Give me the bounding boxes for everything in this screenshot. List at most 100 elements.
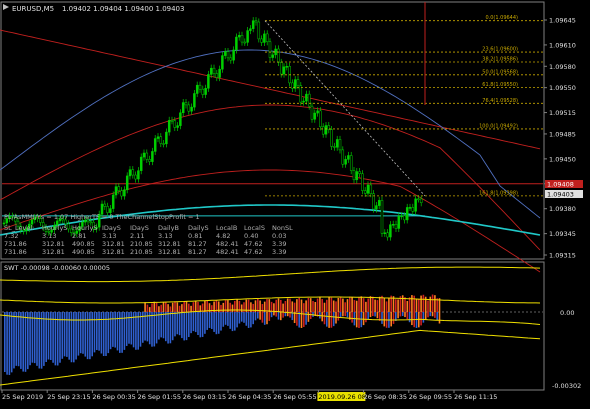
- candle-body: [246, 30, 249, 43]
- swt-bar-positive: [171, 302, 174, 312]
- fibo-trendline[interactable]: [264, 20, 426, 197]
- candle-body: [89, 221, 93, 224]
- candle-body: [243, 41, 247, 44]
- swt-bar-positive: [144, 302, 146, 312]
- swt-bar-negative: [107, 312, 110, 354]
- swt-bar-negative: [266, 312, 268, 325]
- info-cell: 490.85: [72, 248, 95, 256]
- candle-body: [103, 203, 107, 207]
- candle-body: [201, 88, 205, 95]
- swt-bar-negative: [321, 312, 323, 322]
- swt-bar-positive: [376, 300, 379, 312]
- swt-bar-negative: [165, 312, 167, 342]
- info-cell: 312.81: [42, 248, 65, 256]
- candle-body: [128, 169, 132, 177]
- candle-body: [249, 28, 252, 31]
- swt-bar-positive: [351, 297, 353, 312]
- candle-body: [184, 102, 188, 106]
- swt-bar-positive: [312, 300, 314, 312]
- price-axis-label: 1.09580: [549, 63, 576, 71]
- swt-bar-positive: [270, 301, 273, 312]
- swt-bar-positive: [422, 294, 425, 312]
- time-axis[interactable]: 25 Sep 2019 25 Sep 23:15 26 Sep 00:35 26 Se…: [1, 390, 497, 401]
- candle-body: [226, 51, 230, 59]
- swt-bar-negative: [160, 312, 162, 338]
- candle-body: [414, 198, 417, 212]
- swt-bar-positive: [309, 298, 312, 312]
- candle-body: [335, 139, 339, 148]
- swt-bar-negative: [192, 312, 195, 332]
- candle-body: [221, 55, 224, 70]
- info-line-1: PL/AsMMI/Ys = 1.07 HigherTF = 0 TheChann…: [4, 213, 200, 221]
- swt-bar-positive: [286, 298, 289, 312]
- swt-bar-positive: [183, 301, 185, 312]
- swt-bar-negative: [102, 312, 105, 357]
- swt-bar-positive: [337, 297, 340, 312]
- swt-bar-positive: [349, 296, 351, 312]
- swt-bar-positive: [395, 299, 397, 312]
- swt-bar-negative: [213, 312, 215, 332]
- swt-bar-negative: [4, 312, 6, 372]
- swt-bar-negative: [27, 312, 29, 370]
- candle-body: [176, 125, 179, 128]
- swt-bar-negative: [206, 312, 208, 330]
- swt-bar-negative: [135, 312, 137, 350]
- swt-bar-negative: [406, 312, 409, 320]
- candle-body: [417, 198, 420, 201]
- candle-body: [400, 215, 403, 218]
- candle-body: [405, 207, 409, 221]
- swt-bar-negative: [399, 312, 402, 317]
- candle-body: [162, 143, 165, 145]
- swt-bar-positive: [378, 296, 381, 312]
- swt-bar-negative: [63, 312, 66, 357]
- swt-bar-positive: [335, 301, 337, 312]
- swt-bar-positive: [429, 296, 432, 312]
- swt-bar-negative: [15, 312, 18, 366]
- swt-bar-negative: [296, 312, 298, 326]
- swt-bar-negative: [128, 312, 130, 344]
- price-axis[interactable]: 1.09645 1.09610 1.09580 1.09550 1.09515 1.094…: [544, 17, 576, 260]
- candle-body: [394, 224, 398, 229]
- swt-bar-positive: [148, 307, 151, 312]
- swt-bar-negative: [125, 312, 128, 346]
- price-chart[interactable]: 0.0(1.09644) 23.6(1.09600) 38.2(1.09586) 50…: [0, 0, 590, 405]
- swt-bar-negative: [270, 312, 273, 318]
- swt-bar-negative: [190, 312, 192, 334]
- swt-bar-negative: [86, 312, 89, 360]
- swt-bar-negative: [98, 312, 100, 351]
- swt-bar-negative: [277, 312, 280, 320]
- info-cell: 47.62: [244, 248, 263, 256]
- info-cell: 0.81: [188, 232, 202, 240]
- candle-body: [344, 159, 347, 165]
- swt-bar-negative: [438, 312, 441, 324]
- info-cell: NonSL: [272, 224, 293, 232]
- swt-bar-positive: [153, 301, 156, 312]
- candle-body: [333, 146, 336, 148]
- swt-bar-positive: [192, 302, 195, 312]
- candle-body: [148, 159, 151, 162]
- swt-bar-negative: [344, 312, 346, 317]
- candle-body: [352, 170, 356, 181]
- swt-bar-negative: [220, 312, 222, 331]
- swt-bar-negative: [300, 312, 303, 328]
- swt-bar-negative: [298, 312, 300, 328]
- mt4-chart-window[interactable]: 0.0(1.09644) 23.6(1.09600) 38.2(1.09586) 50…: [0, 0, 590, 405]
- candle-body: [125, 175, 129, 190]
- swt-bar-positive: [346, 299, 349, 312]
- swt-bar-negative: [82, 312, 84, 354]
- swt-bar-positive: [176, 302, 179, 312]
- swt-bar-positive: [151, 303, 153, 312]
- info-cell: 210.85: [130, 248, 153, 256]
- swt-bar-positive: [358, 297, 360, 312]
- candle-body: [223, 51, 227, 56]
- candle-body: [195, 84, 199, 94]
- candle-body: [156, 136, 160, 139]
- candle-body: [313, 112, 317, 120]
- info-cell: SL_Level:: [4, 224, 34, 232]
- info-cell: 3.39: [272, 248, 286, 256]
- swt-bar-negative: [362, 312, 365, 326]
- swt-bar-negative: [234, 312, 236, 331]
- swt-bar-negative: [309, 312, 312, 319]
- swt-bar-positive: [332, 300, 335, 312]
- swt-bar-positive: [383, 297, 386, 312]
